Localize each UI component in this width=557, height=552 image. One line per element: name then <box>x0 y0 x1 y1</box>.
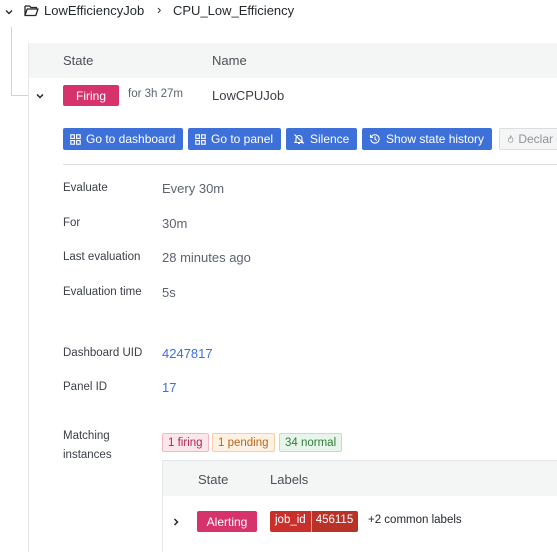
folder-open-icon <box>24 5 39 17</box>
breadcrumb-rule-group[interactable]: CPU_Low_Efficiency <box>173 3 294 18</box>
firing-count-filter[interactable]: 1 firing <box>162 433 209 452</box>
dashboard-uid-link[interactable]: 4247817 <box>162 346 213 361</box>
go-to-panel-button[interactable]: Go to panel <box>188 128 282 150</box>
breadcrumb-folder[interactable]: LowEfficiencyJob <box>44 3 144 18</box>
header-name: Name <box>212 53 247 68</box>
history-icon <box>369 134 380 144</box>
content-border <box>28 43 29 552</box>
declare-incident-button[interactable]: Declar <box>499 128 557 150</box>
pending-count-filter[interactable]: 1 pending <box>212 433 275 452</box>
silence-label: Silence <box>310 132 350 146</box>
instances-table-header: State Labels <box>162 460 557 496</box>
common-labels-toggle[interactable]: +2 common labels <box>368 514 462 526</box>
instances-header-labels: Labels <box>270 472 309 487</box>
tree-line-vertical <box>11 27 12 95</box>
declare-incident-label: Declar <box>518 132 553 146</box>
last-evaluation-label: Last evaluation <box>63 251 141 263</box>
label-tag-value: 456115 <box>310 511 359 532</box>
label-tag[interactable]: job_id 456115 <box>270 511 359 532</box>
normal-count-label: 34 normal <box>285 436 337 449</box>
instance-row[interactable]: Alerting job_id 456115 +2 common labels <box>162 496 557 552</box>
chevron-down-icon[interactable] <box>4 7 14 17</box>
show-state-history-button[interactable]: Show state history <box>362 128 493 150</box>
chevron-right-icon[interactable] <box>171 517 181 527</box>
apps-icon <box>195 133 206 145</box>
breadcrumb-separator: › <box>157 2 162 17</box>
for-value: 30m <box>162 216 188 231</box>
bell-slash-icon <box>293 134 305 145</box>
evaluation-time-label: Evaluation time <box>63 286 142 298</box>
evaluation-time-value: 5s <box>162 285 176 300</box>
show-state-history-label: Show state history <box>386 132 485 146</box>
go-to-dashboard-button[interactable]: Go to dashboard <box>63 128 184 150</box>
evaluate-value: Every 30m <box>162 181 225 196</box>
go-to-panel-label: Go to panel <box>211 132 274 146</box>
chevron-down-icon[interactable] <box>35 91 45 101</box>
panel-id-link[interactable]: 17 <box>162 380 176 395</box>
header-state: State <box>63 53 94 68</box>
panel-id-label: Panel ID <box>63 381 108 393</box>
firing-count-label: 1 firing <box>168 436 203 449</box>
instances-header-state: State <box>198 472 229 487</box>
alerting-badge-label: Alerting <box>206 514 248 529</box>
normal-count-filter[interactable]: 34 normal <box>279 433 343 452</box>
alerting-badge: Alerting <box>197 511 257 532</box>
divider <box>63 164 557 165</box>
matching-instances-label-line2: instances <box>63 449 112 461</box>
tree-line-horizontal <box>11 95 28 96</box>
rule-name: LowCPUJob <box>212 88 285 103</box>
label-tag-key: job_id <box>270 511 311 532</box>
for-label: For <box>63 217 81 229</box>
firing-badge: Firing <box>63 85 119 106</box>
pending-count-label: 1 pending <box>218 436 269 449</box>
matching-instances-label-line1: Matching <box>63 430 110 442</box>
last-evaluation-value: 28 minutes ago <box>162 250 251 265</box>
evaluate-label: Evaluate <box>63 182 108 194</box>
apps-icon <box>70 133 81 145</box>
silence-button[interactable]: Silence <box>286 128 358 150</box>
dashboard-uid-label: Dashboard UID <box>63 347 143 359</box>
go-to-dashboard-label: Go to dashboard <box>86 132 176 146</box>
firing-badge-label: Firing <box>75 88 106 103</box>
rules-table-header: State Name <box>29 43 557 78</box>
firing-duration: for 3h 27m <box>128 88 183 100</box>
fire-icon <box>507 134 514 143</box>
